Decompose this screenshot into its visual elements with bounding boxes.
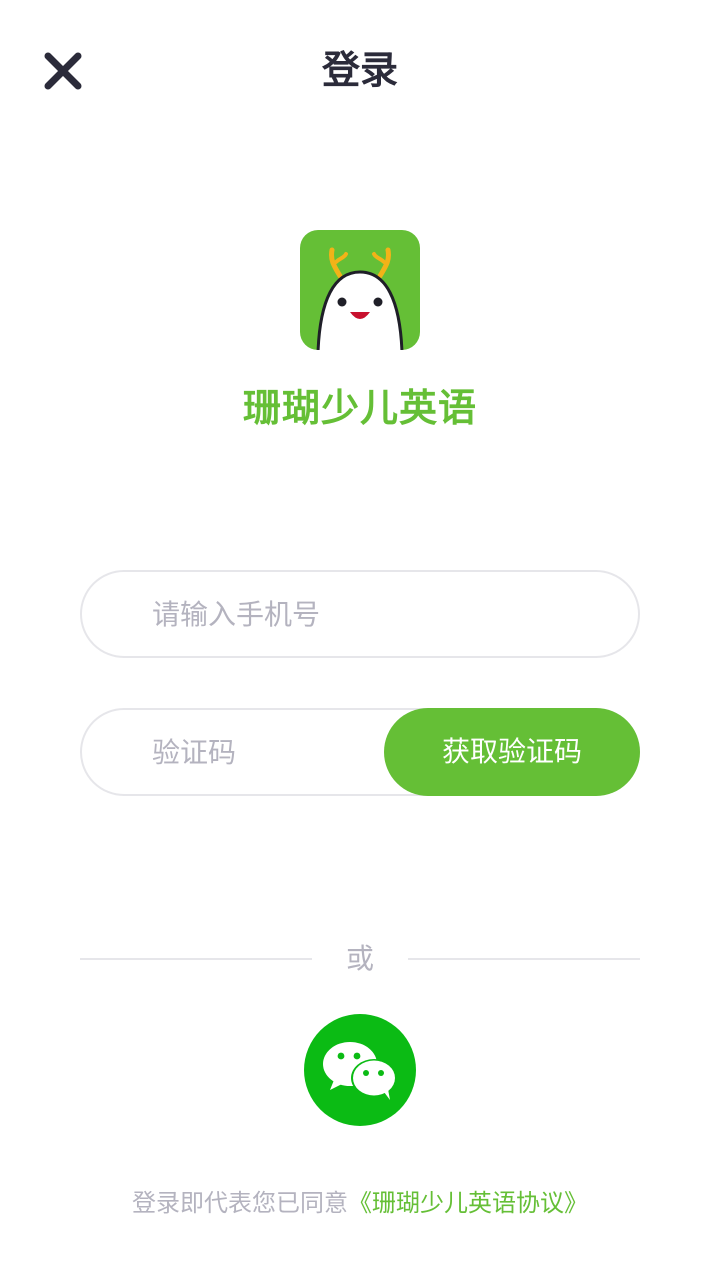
get-code-button[interactable]: 获取验证码: [384, 708, 640, 796]
agreement-link[interactable]: 《珊瑚少儿英语协议》: [348, 1189, 588, 1217]
verification-code-input[interactable]: [152, 730, 382, 774]
agreement-text: 登录即代表您已同意《珊瑚少儿英语协议》: [0, 1186, 720, 1220]
app-logo: [300, 230, 420, 350]
page-title: 登录: [321, 48, 398, 92]
phone-field[interactable]: [80, 570, 640, 658]
wechat-login-button[interactable]: [304, 1014, 416, 1126]
divider-line-right: [408, 958, 640, 960]
agreement-prefix: 登录即代表您已同意: [132, 1189, 348, 1217]
brand-name: 珊瑚少儿英语: [242, 386, 477, 430]
coral-mascot-logo-icon: [316, 247, 404, 350]
phone-input[interactable]: [152, 592, 592, 636]
wechat-icon: [323, 1042, 397, 1100]
